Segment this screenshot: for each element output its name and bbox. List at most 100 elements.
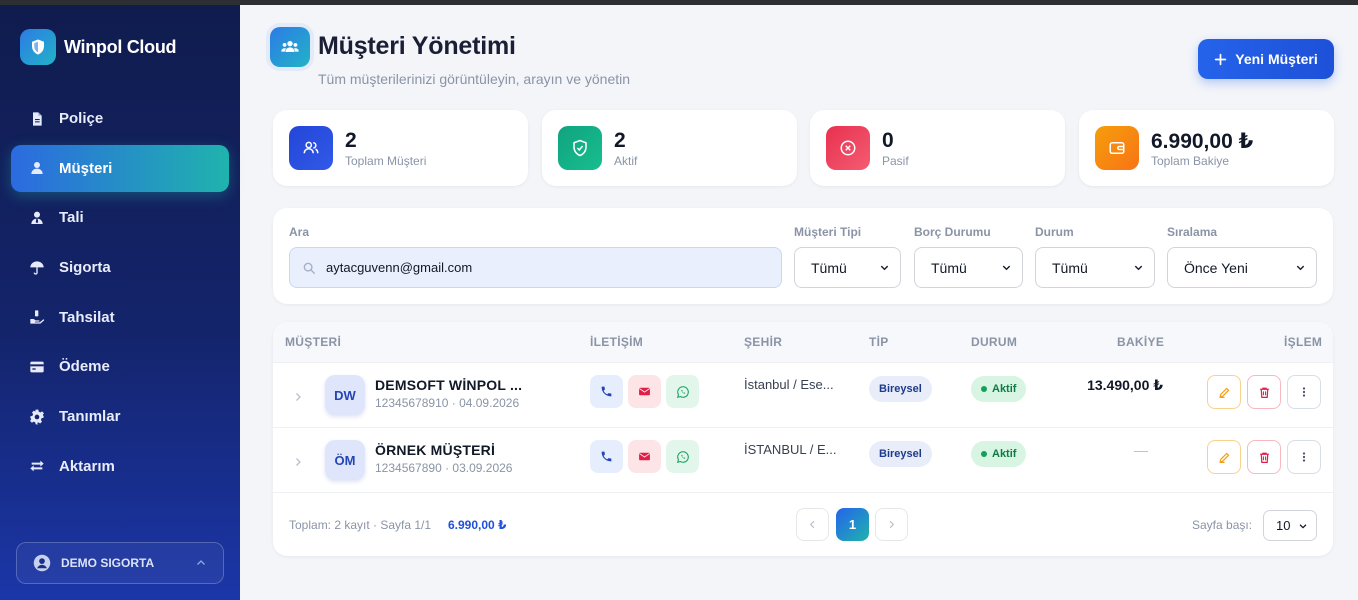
- status-badge: Aktif: [971, 441, 1027, 467]
- sort-label: Sıralama: [1167, 225, 1218, 239]
- customer-city: İstanbul / Ese...: [744, 377, 834, 392]
- prev-page-button[interactable]: [796, 508, 829, 541]
- more-options-button[interactable]: [1287, 440, 1321, 474]
- stat-label: Pasif: [882, 154, 909, 168]
- customer-meta: 1234567890 · 03.09.2026: [375, 461, 513, 475]
- sidebar-item-tanimlar[interactable]: Tanımlar: [11, 393, 229, 440]
- customer-name[interactable]: ÖRNEK MÜŞTERİ: [375, 442, 495, 458]
- next-page-button[interactable]: [875, 508, 908, 541]
- window-top-border: [0, 0, 1358, 5]
- user-circle-icon: [33, 554, 51, 572]
- column-header-status[interactable]: DURUM: [971, 335, 1017, 349]
- transfer-icon: [30, 460, 44, 472]
- chevron-up-icon: [197, 560, 205, 565]
- row-divider: [273, 492, 1333, 493]
- sidebar-item-label: Sigorta: [59, 259, 111, 277]
- sidebar-item-tahsilat[interactable]: Tahsilat: [11, 294, 229, 341]
- column-header-type[interactable]: TİP: [869, 335, 889, 349]
- whatsapp-icon: [676, 385, 689, 398]
- sidebar-item-tali[interactable]: Tali: [11, 194, 229, 241]
- user-icon: [31, 162, 43, 175]
- trash-icon: [1259, 387, 1269, 398]
- sidebar-item-musteri[interactable]: Müşteri: [11, 144, 229, 192]
- brand[interactable]: Winpol Cloud: [20, 29, 177, 65]
- chevron-down-icon: [880, 265, 889, 271]
- chevron-down-icon: [1134, 265, 1143, 271]
- x-circle-icon: [826, 126, 870, 170]
- status-dot: [981, 386, 987, 392]
- expand-chevron-icon[interactable]: [292, 456, 304, 468]
- chevron-down-icon: [1002, 265, 1011, 271]
- edit-button[interactable]: [1207, 440, 1241, 474]
- avatar: DW: [325, 375, 365, 415]
- whatsapp-button[interactable]: [666, 375, 699, 408]
- stat-card-passive: 0 Pasif: [810, 110, 1065, 186]
- sidebar-item-label: Tanımlar: [59, 408, 121, 426]
- email-button[interactable]: [628, 375, 661, 408]
- customer-name[interactable]: DEMSOFT WİNPOL ...: [375, 377, 522, 393]
- chevron-down-icon: [1299, 523, 1307, 529]
- column-header-contact: İLETİŞİM: [590, 335, 644, 349]
- sidebar-item-sigorta[interactable]: Sigorta: [11, 244, 229, 291]
- column-header-balance[interactable]: BAKİYE: [1117, 335, 1164, 349]
- mail-icon: [639, 387, 650, 396]
- umbrella-icon: [30, 260, 44, 275]
- chevron-down-icon: [1296, 265, 1305, 271]
- stat-label: Toplam Müşteri: [345, 154, 427, 168]
- call-button[interactable]: [590, 440, 623, 473]
- type-filter-select[interactable]: Tümü: [794, 247, 901, 288]
- delete-button[interactable]: [1247, 375, 1281, 409]
- page-size-select[interactable]: 10: [1263, 510, 1317, 541]
- column-header-customer[interactable]: MÜŞTERİ: [285, 335, 341, 349]
- sidebar-item-police[interactable]: Poliçe: [11, 95, 229, 142]
- more-vertical-icon: [1302, 452, 1306, 462]
- page-button-current[interactable]: 1: [836, 508, 869, 541]
- debt-filter-label: Borç Durumu: [914, 225, 991, 239]
- customer-balance: 13.490,00 ₺: [1087, 377, 1163, 393]
- whatsapp-button[interactable]: [666, 440, 699, 473]
- expand-chevron-icon[interactable]: [292, 391, 304, 403]
- debt-filter-select[interactable]: Tümü: [914, 247, 1023, 288]
- status-text: Aktif: [992, 383, 1017, 395]
- email-button[interactable]: [628, 440, 661, 473]
- user-menu[interactable]: DEMO SIGORTA: [16, 542, 224, 584]
- users-outline-icon: [289, 126, 333, 170]
- stat-label: Toplam Bakiye: [1151, 154, 1230, 168]
- call-button[interactable]: [590, 375, 623, 408]
- sidebar-item-label: Poliçe: [59, 110, 104, 127]
- search-icon: [303, 262, 315, 274]
- status-filter-label: Durum: [1035, 225, 1074, 239]
- status-filter-select[interactable]: Tümü: [1035, 247, 1155, 288]
- pagination-summary: Toplam: 2 kayıt · Sayfa 1/1: [289, 518, 432, 532]
- delete-button[interactable]: [1247, 440, 1281, 474]
- phone-icon: [601, 451, 612, 462]
- type-badge: Bireysel: [869, 441, 932, 467]
- column-header-city[interactable]: ŞEHİR: [744, 335, 782, 349]
- user-tie-icon: [31, 211, 43, 224]
- type-filter-value: Tümü: [811, 259, 847, 276]
- page-size-value: 10: [1276, 518, 1291, 533]
- status-badge: Aktif: [971, 376, 1027, 402]
- sidebar-item-label: Tahsilat: [59, 308, 115, 326]
- more-options-button[interactable]: [1287, 375, 1321, 409]
- page-size-label: Sayfa başı:: [1192, 518, 1253, 532]
- phone-icon: [601, 386, 612, 397]
- search-field[interactable]: [289, 247, 782, 288]
- sort-select[interactable]: Önce Yeni: [1167, 247, 1317, 288]
- stat-value: 2: [345, 129, 357, 152]
- chevron-left-icon: [809, 520, 815, 529]
- customer-balance: —: [1134, 442, 1148, 458]
- document-icon: [33, 111, 42, 126]
- shield-check-icon: [558, 126, 602, 170]
- edit-button[interactable]: [1207, 375, 1241, 409]
- sidebar-item-odeme[interactable]: Ödeme: [11, 343, 229, 390]
- hand-coin-icon: [30, 310, 45, 324]
- sidebar-item-label: Ödeme: [59, 358, 110, 376]
- stat-value: 0: [882, 129, 894, 152]
- user-name: DEMO SIGORTA: [61, 556, 155, 570]
- search-input[interactable]: [326, 260, 746, 275]
- new-customer-button[interactable]: Yeni Müşteri: [1198, 39, 1334, 79]
- sidebar-item-aktarim[interactable]: Aktarım: [11, 443, 229, 490]
- plus-icon: [1215, 53, 1227, 65]
- brand-name: Winpol Cloud: [64, 36, 177, 57]
